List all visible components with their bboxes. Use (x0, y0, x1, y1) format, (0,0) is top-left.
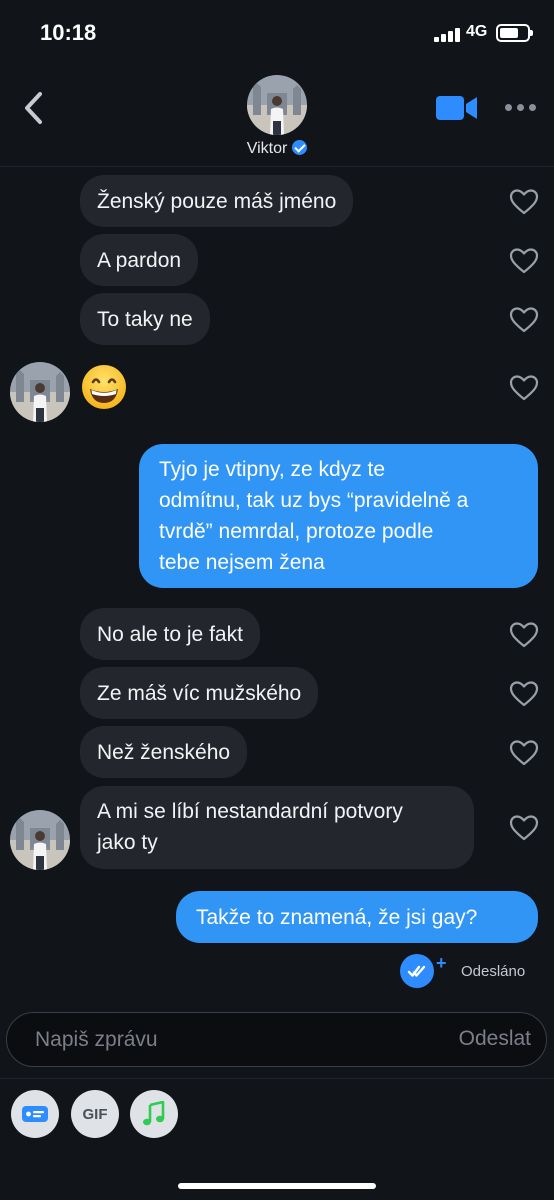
message-input[interactable] (35, 1013, 435, 1066)
more-options-icon[interactable] (505, 104, 539, 112)
home-indicator (178, 1183, 376, 1189)
contact-avatar[interactable] (247, 75, 307, 135)
message-bubble-incoming[interactable]: Než ženského (80, 726, 248, 778)
contact-avatar-small[interactable] (10, 362, 70, 422)
sticker-card-button[interactable] (11, 1090, 59, 1138)
signal-icon (434, 26, 460, 42)
send-button[interactable]: Odeslat (459, 1027, 531, 1051)
message-bubble-outgoing[interactable]: Takže to znamená, že jsi gay? (176, 891, 538, 943)
like-heart-icon[interactable] (509, 739, 539, 767)
battery-icon (496, 24, 533, 42)
video-call-icon[interactable] (436, 95, 478, 121)
message-bubble-incoming[interactable]: A mi se líbí nestandardní potvory jako t… (80, 786, 474, 869)
grinning-face-emoji-icon[interactable] (80, 363, 128, 411)
verified-badge-icon (292, 140, 308, 155)
back-icon[interactable] (20, 90, 50, 126)
like-heart-icon[interactable] (509, 814, 539, 842)
like-heart-icon[interactable] (509, 680, 539, 708)
toolbar-divider (0, 1078, 554, 1079)
message-bubble-incoming[interactable]: To taky ne (80, 293, 210, 345)
like-heart-icon[interactable] (509, 374, 539, 402)
contact-name[interactable]: Viktor (0, 140, 554, 158)
message-bubble-outgoing[interactable]: Tyjo je vtipny, ze kdyz te odmítnu, tak … (139, 444, 538, 588)
message-composer: Odeslat (6, 1012, 547, 1067)
message-bubble-incoming[interactable]: A pardon (80, 234, 199, 286)
message-bubble-incoming[interactable]: Ženský pouze máš jméno (80, 175, 354, 227)
message-bubble-incoming[interactable]: Ze máš víc mužského (80, 667, 319, 719)
contact-avatar-small[interactable] (10, 810, 70, 870)
double-check-icon (400, 954, 434, 988)
like-heart-icon[interactable] (509, 188, 539, 216)
gif-button[interactable]: GIF (71, 1090, 119, 1138)
network-type: 4G (466, 23, 488, 40)
like-heart-icon[interactable] (509, 621, 539, 649)
like-heart-icon[interactable] (509, 306, 539, 334)
like-heart-icon[interactable] (509, 247, 539, 275)
music-note-icon (143, 1101, 165, 1126)
delivery-status: Odesláno (461, 963, 526, 980)
message-bubble-incoming[interactable]: No ale to je fakt (80, 608, 260, 660)
plus-icon: + (436, 953, 447, 973)
music-button[interactable] (130, 1090, 178, 1138)
status-time: 10:18 (40, 20, 97, 45)
id-card-icon (22, 1106, 48, 1122)
header-divider (0, 166, 554, 167)
